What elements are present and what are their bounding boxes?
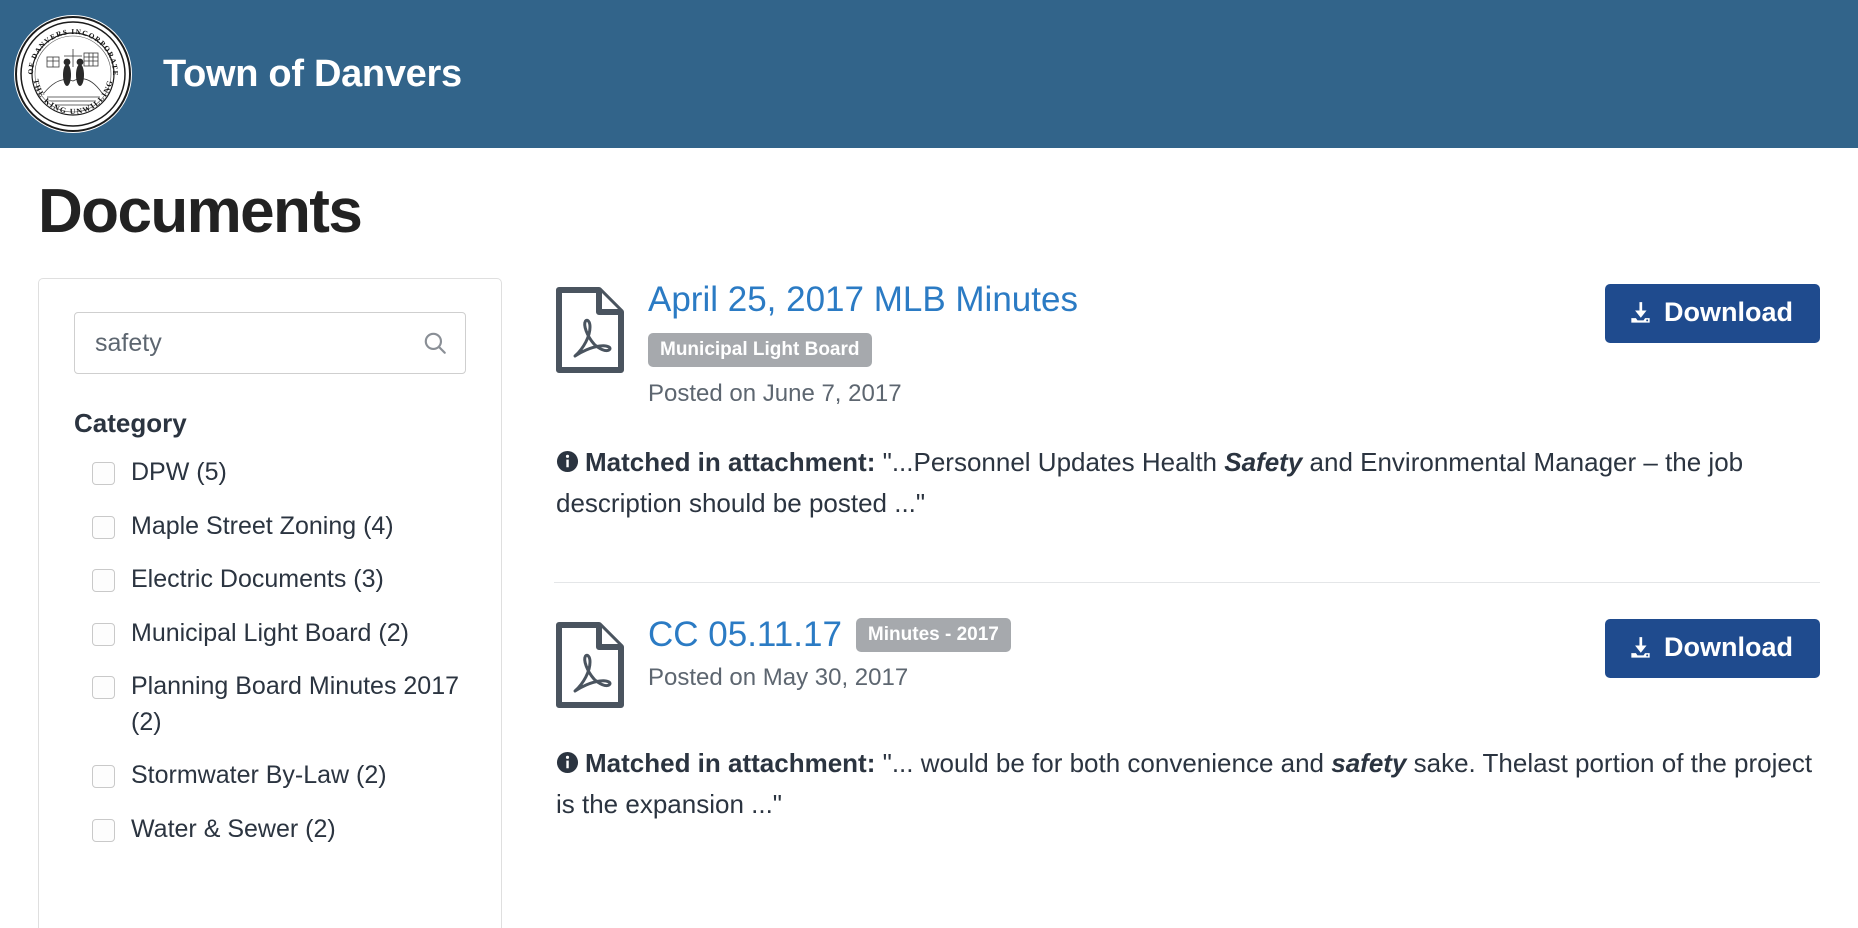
category-label: Electric Documents (3) xyxy=(131,565,384,594)
facet-group-title: Category xyxy=(74,408,187,439)
matched-highlight-term: safety xyxy=(1331,748,1407,778)
download-button-label: Download xyxy=(1664,297,1793,328)
page-title: Documents xyxy=(38,177,363,246)
category-label: Municipal Light Board (2) xyxy=(131,618,409,647)
download-icon xyxy=(1628,300,1653,325)
document-result-header: CC 05.11.17 Minutes - 2017 Posted on May… xyxy=(554,613,1820,709)
site-header: TOWN OF DANVERS INCORPORATED 1757 ★ THE … xyxy=(0,0,1858,148)
download-button[interactable]: Download xyxy=(1605,619,1820,678)
document-result-header: April 25, 2017 MLB Minutes Municipal Lig… xyxy=(554,278,1820,408)
document-category-badge[interactable]: Minutes - 2017 xyxy=(855,617,1011,652)
category-label: Maple Street Zoning (4) xyxy=(131,511,394,540)
filter-sidebar: Category DPW (5) Maple Street Zoning (4)… xyxy=(38,278,502,928)
category-label: DPW (5) xyxy=(131,458,227,487)
category-checkbox[interactable] xyxy=(92,765,115,789)
category-label: Water & Sewer (2) xyxy=(131,814,336,843)
document-results-list: April 25, 2017 MLB Minutes Municipal Lig… xyxy=(502,278,1820,857)
download-icon xyxy=(1628,635,1653,660)
document-title-line: CC 05.11.17 Minutes - 2017 xyxy=(648,613,1585,657)
list-item[interactable]: Water & Sewer (2) xyxy=(74,808,466,852)
document-result-body: April 25, 2017 MLB Minutes Municipal Lig… xyxy=(626,278,1585,408)
document-posted-date: Posted on June 7, 2017 xyxy=(648,379,902,407)
town-seal-icon: TOWN OF DANVERS INCORPORATED 1757 ★ THE … xyxy=(14,15,131,132)
matched-snippet: Matched in attachment: "... would be for… xyxy=(554,743,1820,825)
list-item[interactable]: Electric Documents (3) xyxy=(74,558,466,602)
document-result-body: CC 05.11.17 Minutes - 2017 Posted on May… xyxy=(626,613,1585,692)
search-box xyxy=(74,312,466,375)
document-result: April 25, 2017 MLB Minutes Municipal Lig… xyxy=(554,278,1820,556)
document-result: CC 05.11.17 Minutes - 2017 Posted on May… xyxy=(554,613,1820,857)
site-title: Town of Danvers xyxy=(163,52,462,95)
document-title-line: April 25, 2017 MLB Minutes xyxy=(648,278,1585,322)
list-item[interactable]: Maple Street Zoning (4) xyxy=(74,505,466,549)
category-checkbox[interactable] xyxy=(92,676,115,700)
category-checkbox[interactable] xyxy=(92,622,115,646)
list-item[interactable]: Stormwater By-Law (2) xyxy=(74,754,466,798)
search-input[interactable] xyxy=(74,312,466,375)
pdf-file-icon xyxy=(554,621,626,709)
category-checkbox[interactable] xyxy=(92,515,115,539)
matched-label: Matched in attachment: xyxy=(585,446,876,477)
category-checkbox[interactable] xyxy=(92,569,115,593)
document-title-link[interactable]: CC 05.11.17 xyxy=(648,613,842,657)
list-item[interactable]: Planning Board Minutes 2017 (2) xyxy=(74,665,466,744)
download-button-label: Download xyxy=(1664,632,1793,662)
info-icon xyxy=(556,751,579,774)
page-wrapper: Documents Category DPW (5) xyxy=(0,179,1858,928)
list-item[interactable]: Municipal Light Board (2) xyxy=(74,612,466,656)
category-filter-list: DPW (5) Maple Street Zoning (4) Electric… xyxy=(74,451,466,851)
info-icon xyxy=(556,450,579,473)
matched-text-before: "... would be for both convenience and xyxy=(875,748,1332,778)
category-checkbox[interactable] xyxy=(92,462,115,486)
result-divider xyxy=(554,582,1820,583)
matched-label: Matched in attachment: xyxy=(585,748,876,778)
list-item[interactable]: DPW (5) xyxy=(74,451,466,495)
category-label: Stormwater By-Law (2) xyxy=(131,761,387,790)
matched-snippet: Matched in attachment: "...Personnel Upd… xyxy=(554,442,1820,524)
pdf-file-icon xyxy=(554,286,626,374)
town-seal-logo: TOWN OF DANVERS INCORPORATED 1757 ★ THE … xyxy=(14,15,132,133)
content-row: Category DPW (5) Maple Street Zoning (4)… xyxy=(38,278,1820,928)
category-checkbox[interactable] xyxy=(92,818,115,842)
matched-text-before: "...Personnel Updates Health xyxy=(875,446,1225,477)
document-posted-date: Posted on May 30, 2017 xyxy=(648,663,909,691)
download-button[interactable]: Download xyxy=(1605,284,1820,344)
category-label: Planning Board Minutes 2017 (2) xyxy=(131,672,460,736)
matched-highlight-term: Safety xyxy=(1224,446,1303,477)
document-title-link[interactable]: April 25, 2017 MLB Minutes xyxy=(648,278,1078,322)
document-category-badge[interactable]: Municipal Light Board xyxy=(648,332,872,367)
